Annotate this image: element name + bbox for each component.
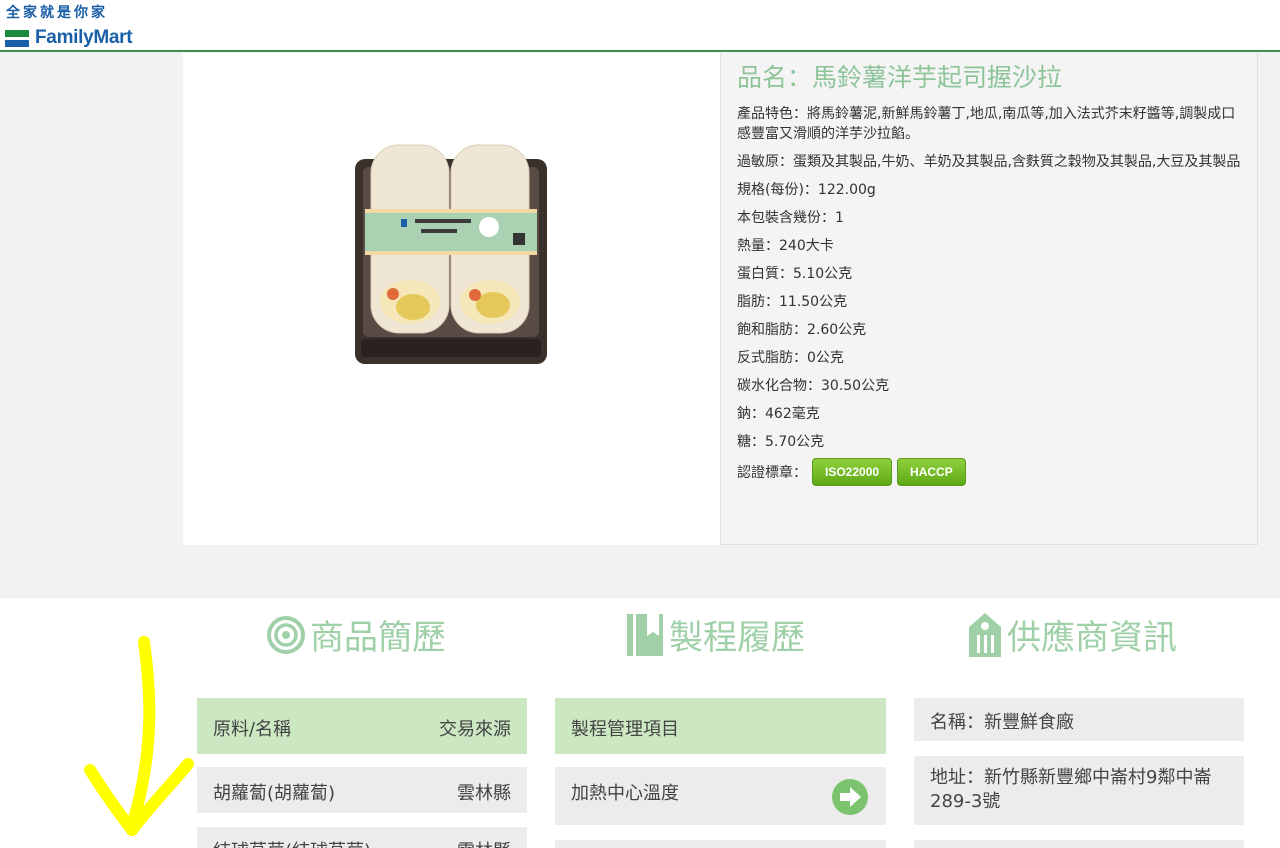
product-feature: 產品特色：將馬鈴薯泥,新鮮馬鈴薯丁,地瓜,南瓜等,加入法式芥末籽醬等,調製成口感… [737,106,1236,142]
tag-icon [969,612,1001,657]
ingredient-name: 胡蘿蔔(胡蘿蔔) [213,783,336,804]
brand-slogan: 全家就是你家 [6,5,108,21]
supplier-address-text: 地址：新竹縣新豐鄉中崙村9鄰中崙289-3號 [930,767,1212,812]
process-header: 製程管理項目 [555,698,886,754]
profile-header-source: 交易來源 [439,719,511,740]
section-title-supplier-text: 供應商資訊 [1007,618,1177,658]
product-carbs: 碳水化合物：30.50公克 [737,378,890,394]
section-title-profile-text: 商品簡歷 [310,618,446,658]
table-row[interactable]: 結球萵苣(結球萵苣) 雲林縣 [197,827,527,848]
spiral-icon [267,615,305,654]
product-calories: 熱量：240大卡 [737,238,834,254]
process-row[interactable] [555,840,886,848]
product-image [355,144,547,364]
process-row[interactable]: 加熱中心溫度 [555,767,886,825]
logo-stripes-icon [5,29,29,47]
section-title-supplier: 供應商資訊 [967,610,1177,659]
product-spec: 規格(每份)：122.00g [737,182,876,198]
process-item: 加熱中心溫度 [571,783,679,804]
process-header-text: 製程管理項目 [571,719,679,740]
supplier-name-text: 名稱：新豐鮮食廠 [930,712,1074,733]
book-icon [627,613,663,656]
cert-label: 認證標章： [737,465,807,481]
profile-header: 原料/名稱 交易來源 [197,698,527,754]
supplier-row [914,840,1244,848]
cert-badge-iso22000[interactable]: ISO22000 [812,458,893,486]
logo-text: FamilyMart [35,27,133,48]
ingredient-source: 雲林縣 [457,837,511,848]
annotation-arrow-icon [84,636,194,836]
product-allergen: 過敏原：蛋類及其製品,牛奶、羊奶及其製品,含麩質之穀物及其製品,大豆及其製品 [737,154,1241,170]
product-fat: 脂肪：11.50公克 [737,294,848,310]
cert-badge-haccp[interactable]: HACCP [897,458,966,486]
product-servings: 本包裝含幾份：1 [737,210,844,226]
section-title-process: 製程履歷 [625,610,805,659]
product-info: 品名：馬鈴薯洋芋起司握沙拉 產品特色：將馬鈴薯泥,新鮮馬鈴薯丁,地瓜,南瓜等,加… [720,53,1258,545]
product-panel: 品名：馬鈴薯洋芋起司握沙拉 產品特色：將馬鈴薯泥,新鮮馬鈴薯丁,地瓜,南瓜等,加… [183,53,1258,545]
product-protein: 蛋白質：5.10公克 [737,266,853,282]
product-sat-fat: 飽和脂肪：2.60公克 [737,322,867,338]
table-row[interactable]: 胡蘿蔔(胡蘿蔔) 雲林縣 [197,767,527,813]
supplier-name: 名稱：新豐鮮食廠 [914,698,1244,741]
ingredient-source: 雲林縣 [457,783,511,804]
section-title-process-text: 製程履歷 [669,618,805,658]
supplier-address: 地址：新竹縣新豐鄉中崙村9鄰中崙289-3號 [914,756,1244,825]
section-title-profile: 商品簡歷 [266,610,446,659]
top-bar: 全家就是你家 FamilyMart [0,0,1280,52]
arrow-right-icon[interactable] [831,778,869,816]
product-trans-fat: 反式脂肪：0公克 [737,350,844,366]
product-name: 品名：馬鈴薯洋芋起司握沙拉 [737,63,1063,92]
product-sodium: 鈉：462毫克 [737,406,820,422]
product-sugar: 糖：5.70公克 [737,434,825,450]
ingredient-name: 結球萵苣(結球萵苣) [213,837,371,848]
cert-row: 認證標章： ISO22000 HACCP [737,458,1241,486]
familymart-logo[interactable]: FamilyMart [5,27,133,49]
profile-header-name: 原料/名稱 [213,719,292,740]
